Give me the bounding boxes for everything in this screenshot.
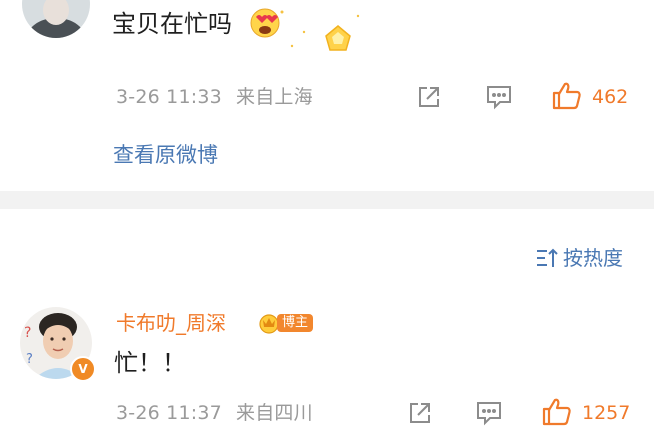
emoji-icon	[248, 6, 368, 58]
comment-text: 忙！！	[114, 349, 186, 377]
comment-text: 宝贝在忙吗	[112, 10, 232, 38]
comment-icon[interactable]	[485, 83, 513, 111]
like-button[interactable]	[551, 80, 583, 112]
verified-badge: V	[70, 356, 96, 382]
svg-text:?: ?	[24, 325, 31, 341]
sort-label: 按热度	[563, 246, 623, 270]
sort-icon	[537, 248, 558, 267]
comment-icon[interactable]	[475, 399, 503, 427]
like-icon	[552, 82, 581, 110]
like-count: 1257	[582, 402, 631, 424]
blogger-badge: 博主	[257, 312, 314, 334]
username[interactable]: 卡布叻_周深	[116, 311, 226, 335]
sort-toggle[interactable]: 按热度	[535, 246, 623, 270]
comment-time: 3-26 11:37	[116, 402, 222, 424]
view-original-link[interactable]: 查看原微博	[113, 142, 218, 168]
like-button[interactable]	[541, 396, 573, 428]
svg-text:?: ?	[26, 352, 33, 367]
avatar[interactable]	[22, 0, 90, 38]
badge-label: 博主	[277, 314, 314, 332]
comment-time: 3-26 11:33	[116, 86, 222, 108]
section-divider	[0, 191, 654, 209]
like-icon	[542, 398, 571, 426]
like-count: 462	[592, 86, 629, 108]
share-icon[interactable]	[416, 84, 442, 110]
share-icon[interactable]	[407, 400, 433, 426]
comment-location: 来自上海	[236, 86, 313, 108]
comment-location: 来自四川	[236, 402, 313, 424]
